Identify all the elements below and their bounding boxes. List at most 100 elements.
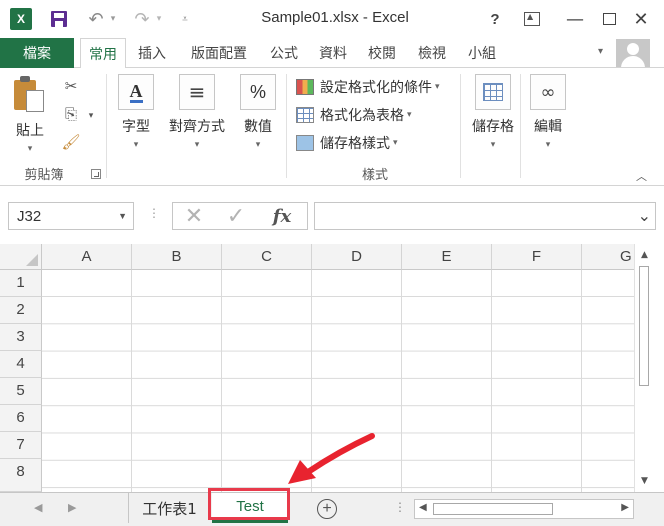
sheet-tab-active[interactable]: Test bbox=[212, 493, 288, 523]
format-as-table-button[interactable]: 格式化為表格 ▾ bbox=[296, 104, 412, 126]
sheet-tab[interactable]: 工作表1 bbox=[128, 493, 210, 523]
chevron-down-icon[interactable]: ▾ bbox=[28, 144, 33, 154]
cells-button[interactable]: 儲存格 ▾ bbox=[468, 74, 518, 150]
save-icon[interactable] bbox=[48, 8, 70, 30]
tab-data[interactable]: 資料 bbox=[310, 38, 356, 68]
tab-splitter[interactable]: ⋮ bbox=[394, 500, 406, 514]
scroll-right-icon[interactable]: ▶ bbox=[621, 502, 629, 513]
avatar[interactable] bbox=[616, 39, 650, 67]
scroll-left-icon[interactable]: ◀ bbox=[419, 502, 427, 513]
editing-button[interactable]: ∞ 編輯 ▾ bbox=[528, 74, 568, 150]
chevron-down-icon[interactable]: ▾ bbox=[256, 140, 261, 150]
format-painter-icon[interactable]: 🖌 bbox=[60, 132, 82, 152]
excel-logo-icon[interactable]: X bbox=[10, 8, 32, 30]
column-header[interactable]: F bbox=[492, 244, 582, 270]
cells-label: 儲存格 bbox=[472, 119, 514, 135]
font-button[interactable]: A 字型 ▾ bbox=[116, 74, 156, 150]
tab-page-layout[interactable]: 版面配置 bbox=[180, 38, 258, 68]
previous-sheet-icon[interactable]: ◀ bbox=[34, 501, 42, 514]
paste-button[interactable]: 貼上 ▾ bbox=[12, 74, 48, 154]
vertical-scrollbar[interactable]: ▲ ▼ bbox=[634, 244, 664, 492]
worksheet-grid: A B C D E F G 1 2 3 4 5 6 7 8 bbox=[0, 244, 634, 492]
tab-insert[interactable]: 插入 bbox=[130, 38, 174, 68]
number-button[interactable]: % 數值 ▾ bbox=[238, 74, 278, 150]
chevron-down-icon[interactable]: ▾ bbox=[598, 46, 603, 57]
chevron-down-icon[interactable]: ▾ bbox=[134, 140, 139, 150]
number-label: 數值 bbox=[244, 119, 272, 135]
redo-dropdown-icon[interactable]: ▾ bbox=[154, 8, 164, 30]
row-header[interactable]: 2 bbox=[0, 297, 42, 324]
ribbon: 貼上 ▾ ✂ ⎘ ▾ 🖌 剪貼簿 A 字型 ▾ ≡ 對齊方式 ▾ % 數值 ▾ … bbox=[0, 68, 664, 186]
name-box[interactable]: J32 ▼ bbox=[8, 202, 134, 230]
help-icon[interactable]: ? bbox=[484, 8, 506, 30]
column-header[interactable]: A bbox=[42, 244, 132, 270]
tab-formulas[interactable]: 公式 bbox=[262, 38, 306, 68]
cell-styles-button[interactable]: 儲存格樣式 ▾ bbox=[296, 132, 398, 154]
copy-icon[interactable]: ⎘ bbox=[60, 104, 82, 124]
formula-input[interactable]: ⌄ bbox=[314, 202, 656, 230]
column-header[interactable]: D bbox=[312, 244, 402, 270]
cell-styles-icon bbox=[296, 135, 314, 151]
chevron-down-icon[interactable]: ▾ bbox=[546, 140, 551, 150]
conditional-formatting-label: 設定格式化的條件 bbox=[320, 80, 432, 96]
tab-review[interactable]: 校閱 bbox=[360, 38, 404, 68]
row-header[interactable]: 5 bbox=[0, 378, 42, 405]
alignment-button[interactable]: ≡ 對齊方式 ▾ bbox=[166, 74, 228, 150]
font-label: 字型 bbox=[122, 119, 150, 135]
formula-buttons: ✕ ✓ fx bbox=[172, 202, 308, 230]
cut-icon[interactable]: ✂ bbox=[60, 76, 82, 96]
fx-icon[interactable]: fx bbox=[267, 203, 297, 229]
customize-qat-icon[interactable]: ⩡ bbox=[178, 8, 192, 30]
format-as-table-icon bbox=[296, 107, 314, 123]
scroll-down-icon[interactable]: ▼ bbox=[641, 476, 648, 486]
horizontal-scrollbar[interactable]: ◀ ▶ bbox=[414, 499, 634, 519]
copy-dropdown-icon[interactable]: ▾ bbox=[80, 106, 102, 126]
add-sheet-icon[interactable]: + bbox=[317, 499, 337, 519]
row-header[interactable]: 6 bbox=[0, 405, 42, 432]
column-header[interactable]: G bbox=[582, 244, 634, 270]
group-divider bbox=[106, 74, 107, 178]
alignment-icon: ≡ bbox=[179, 74, 215, 110]
scroll-thumb[interactable] bbox=[639, 266, 649, 386]
row-header[interactable]: 7 bbox=[0, 432, 42, 459]
ribbon-display-options-icon[interactable] bbox=[522, 8, 542, 30]
window-title: Sample01.xlsx - Excel bbox=[261, 9, 409, 26]
undo-dropdown-icon[interactable]: ▾ bbox=[108, 8, 118, 30]
column-header[interactable]: E bbox=[402, 244, 492, 270]
undo-icon[interactable]: ↶ bbox=[86, 8, 106, 30]
close-icon[interactable]: ✕ bbox=[630, 8, 652, 30]
row-header[interactable]: 8 bbox=[0, 459, 42, 492]
font-icon: A bbox=[118, 74, 154, 110]
column-header[interactable]: C bbox=[222, 244, 312, 270]
tab-view[interactable]: 檢視 bbox=[410, 38, 454, 68]
group-divider bbox=[460, 74, 461, 178]
row-header[interactable]: 4 bbox=[0, 351, 42, 378]
enter-icon[interactable]: ✓ bbox=[223, 203, 249, 229]
format-as-table-label: 格式化為表格 bbox=[320, 108, 404, 124]
tab-home[interactable]: 常用 bbox=[80, 38, 126, 69]
formula-bar-splitter[interactable]: ⋮ bbox=[148, 206, 160, 220]
chevron-down-icon[interactable]: ▼ bbox=[118, 211, 127, 221]
row-header[interactable]: 1 bbox=[0, 270, 42, 297]
cell-area[interactable] bbox=[42, 270, 634, 492]
chevron-down-icon[interactable]: ▾ bbox=[195, 140, 200, 150]
scroll-up-icon[interactable]: ▲ bbox=[641, 250, 648, 260]
chevron-down-icon: ▾ bbox=[407, 110, 412, 120]
alignment-label: 對齊方式 bbox=[169, 119, 225, 135]
conditional-formatting-button[interactable]: 設定格式化的條件 ▾ bbox=[296, 76, 440, 98]
maximize-icon[interactable] bbox=[598, 8, 620, 30]
minimize-icon[interactable]: — bbox=[564, 8, 586, 30]
tab-file[interactable]: 檔案 bbox=[0, 38, 74, 68]
scroll-thumb[interactable] bbox=[433, 503, 553, 515]
redo-icon[interactable]: ↷ bbox=[132, 8, 152, 30]
tab-team[interactable]: 小組 bbox=[460, 38, 504, 68]
next-sheet-icon[interactable]: ▶ bbox=[68, 501, 76, 514]
column-header[interactable]: B bbox=[132, 244, 222, 270]
row-header[interactable]: 3 bbox=[0, 324, 42, 351]
chevron-down-icon[interactable]: ▾ bbox=[491, 140, 496, 150]
select-all-button[interactable] bbox=[0, 244, 42, 270]
expand-formula-bar-icon[interactable]: ⌄ bbox=[638, 206, 651, 225]
collapse-ribbon-icon[interactable]: ︿ bbox=[636, 168, 647, 184]
cancel-icon[interactable]: ✕ bbox=[181, 203, 207, 229]
dialog-launcher-icon[interactable] bbox=[91, 169, 101, 179]
